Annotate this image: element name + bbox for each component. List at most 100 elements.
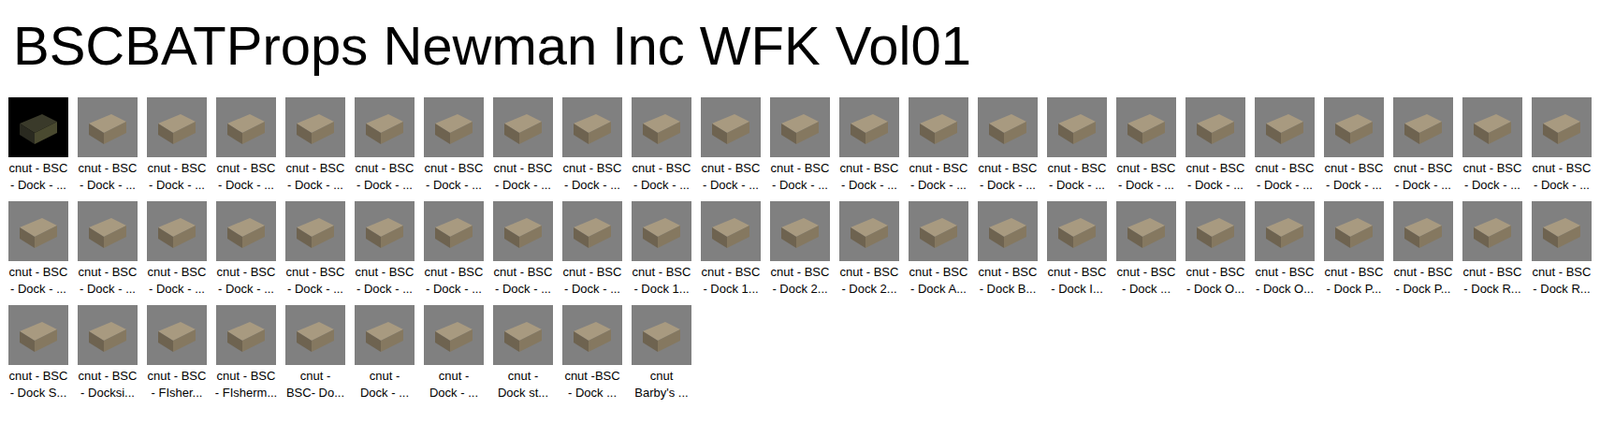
file-item[interactable]: cnut -Dock - ...	[349, 305, 420, 402]
thumbnail[interactable]	[1531, 201, 1592, 262]
thumbnail[interactable]	[285, 305, 346, 365]
file-name[interactable]: cnut -Dock - ...	[349, 367, 420, 402]
file-item[interactable]: cnut - BSC- Dock - ...	[1042, 97, 1112, 194]
file-item[interactable]: cnut - BSC- Dock - ...	[696, 97, 766, 194]
file-name[interactable]: cnut -BSC- Do...	[280, 367, 350, 402]
file-name[interactable]: cnut - BSC- Dock 1...	[626, 263, 697, 298]
file-name[interactable]: cnut -Dock - ...	[419, 367, 489, 402]
file-item[interactable]: cnut - BSC- Dock - ...	[1319, 97, 1389, 194]
file-name[interactable]: cnut - BSC- Dock - ...	[1250, 160, 1320, 194]
thumbnail[interactable]	[423, 201, 484, 262]
thumbnail[interactable]	[562, 201, 623, 262]
thumbnail[interactable]	[1254, 201, 1315, 262]
file-item[interactable]: cnut - BSC- Dock - ...	[72, 97, 143, 194]
file-name[interactable]: cnut - BSC- Dock O...	[1250, 263, 1320, 298]
file-name[interactable]: cnut - BSC- Dock - ...	[973, 160, 1043, 194]
file-name[interactable]: cnut - BSC- FIsherm...	[211, 367, 281, 402]
file-item[interactable]: cnut - BSC- Dock S...	[3, 305, 73, 402]
thumbnail[interactable]	[1393, 97, 1454, 158]
thumbnail[interactable]	[839, 201, 900, 262]
file-name[interactable]: cnut -BSC- Dock ...	[557, 367, 627, 402]
file-name[interactable]: cnut - BSC- Dock - ...	[626, 160, 697, 194]
file-item[interactable]: cnut - BSC- Dock - ...	[419, 201, 489, 298]
thumbnail[interactable]	[354, 305, 415, 365]
file-name[interactable]: cnut - BSC- Dock - ...	[1457, 160, 1528, 194]
thumbnail[interactable]	[1323, 201, 1384, 262]
thumbnail[interactable]	[700, 97, 761, 158]
file-name[interactable]: cnutBarby's ...	[626, 367, 697, 402]
thumbnail[interactable]	[77, 305, 138, 365]
file-name[interactable]: cnut - BSC- Dock - ...	[557, 263, 627, 298]
thumbnail[interactable]	[908, 97, 969, 158]
thumbnail[interactable]	[216, 201, 277, 262]
file-item[interactable]: cnut - BSC- Dock I...	[1042, 201, 1112, 298]
file-item[interactable]: cnut - BSC- Dock B...	[973, 201, 1043, 298]
file-item[interactable]: cnut - BSC- Dock - ...	[211, 97, 281, 194]
file-item[interactable]: cnut - BSC- Dock - ...	[1250, 97, 1320, 194]
file-name[interactable]: cnut - BSC- Dock I...	[1042, 263, 1112, 298]
file-item[interactable]: cnut - BSC- Dock A...	[903, 201, 974, 298]
file-item[interactable]: cnut - BSC- Dock - ...	[419, 97, 489, 194]
file-item[interactable]: cnut - BSC- Dock P...	[1319, 201, 1389, 298]
file-item[interactable]: cnut - BSC- Dock R...	[1457, 201, 1528, 298]
file-item[interactable]: cnut - BSC- Dock - ...	[142, 201, 212, 298]
file-item[interactable]: cnut - BSC- Dock O...	[1250, 201, 1320, 298]
file-name[interactable]: cnut - BSC- Dock R...	[1457, 263, 1528, 298]
thumbnail[interactable]	[770, 201, 830, 262]
thumbnail[interactable]	[1047, 97, 1107, 158]
file-name[interactable]: cnut -Dock st...	[488, 367, 558, 402]
thumbnail[interactable]	[354, 97, 415, 158]
file-item[interactable]: cnut - BSC- Docksi...	[72, 305, 143, 402]
thumbnail[interactable]	[8, 201, 69, 262]
file-item[interactable]: cnut -BSC- Do...	[280, 305, 350, 402]
file-item[interactable]: cnut - BSC- Dock - ...	[211, 201, 281, 298]
file-name[interactable]: cnut - BSC- Dock - ...	[3, 160, 73, 194]
file-item[interactable]: cnut - BSC- Dock - ...	[488, 97, 558, 194]
thumbnail[interactable]	[1116, 201, 1177, 262]
file-name[interactable]: cnut - BSC- Dock R...	[1527, 263, 1597, 298]
file-name[interactable]: cnut - BSC- Dock - ...	[488, 160, 558, 194]
file-name[interactable]: cnut - BSC- Dock 1...	[696, 263, 766, 298]
thumbnail[interactable]	[1116, 97, 1177, 158]
file-name[interactable]: cnut - BSC- Dock - ...	[72, 160, 143, 194]
file-name[interactable]: cnut - BSC- Dock - ...	[3, 263, 73, 298]
file-name[interactable]: cnut - BSC- Dock - ...	[280, 263, 350, 298]
thumbnail[interactable]	[8, 97, 69, 158]
file-item[interactable]: cnut - BSC- FIsherm...	[211, 305, 281, 402]
file-item[interactable]: cnut - BSC- Dock - ...	[557, 201, 627, 298]
thumbnail[interactable]	[1462, 97, 1523, 158]
file-name[interactable]: cnut - BSC- Dock - ...	[696, 160, 766, 194]
thumbnail[interactable]	[977, 97, 1038, 158]
thumbnail[interactable]	[1323, 97, 1384, 158]
file-name[interactable]: cnut - BSC- Dock - ...	[488, 263, 558, 298]
file-item[interactable]: cnut - BSC- Dock - ...	[973, 97, 1043, 194]
file-item[interactable]: cnut - BSC- Dock - ...	[1111, 97, 1181, 194]
file-item[interactable]: cnut - BSC- Dock - ...	[903, 97, 974, 194]
file-item[interactable]: cnut - BSC- Dock 2...	[765, 201, 835, 298]
thumbnail[interactable]	[493, 305, 553, 365]
file-name[interactable]: cnut - BSC- Dock - ...	[1388, 160, 1458, 194]
file-name[interactable]: cnut - BSC- Dock O...	[1180, 263, 1251, 298]
thumbnail[interactable]	[562, 305, 623, 365]
file-name[interactable]: cnut - BSC- Docksi...	[72, 367, 143, 402]
file-item[interactable]: cnut - BSC- Dock - ...	[142, 97, 212, 194]
file-item[interactable]: cnut - BSC- Dock R...	[1527, 201, 1597, 298]
thumbnail[interactable]	[1185, 97, 1246, 158]
thumbnail[interactable]	[216, 305, 277, 365]
thumbnail[interactable]	[1531, 97, 1592, 158]
file-item[interactable]: cnut - BSC- Dock - ...	[1388, 97, 1458, 194]
file-item[interactable]: cnut - BSC- Dock - ...	[557, 97, 627, 194]
file-item[interactable]: cnut - BSC- Dock - ...	[349, 97, 420, 194]
thumbnail[interactable]	[977, 201, 1038, 262]
file-item[interactable]: cnut - BSC- Dock - ...	[280, 201, 350, 298]
file-name[interactable]: cnut - BSC- Dock S...	[3, 367, 73, 402]
file-name[interactable]: cnut - BSC- Dock P...	[1388, 263, 1458, 298]
thumbnail[interactable]	[493, 201, 553, 262]
file-name[interactable]: cnut - BSC- Dock 2...	[765, 263, 835, 298]
thumbnail[interactable]	[839, 97, 900, 158]
file-name[interactable]: cnut - BSC- Dock A...	[903, 263, 974, 298]
file-name[interactable]: cnut - BSC- Dock - ...	[280, 160, 350, 194]
thumbnail[interactable]	[423, 305, 484, 365]
file-name[interactable]: cnut - BSC- Dock P...	[1319, 263, 1389, 298]
file-item[interactable]: cnut -BSC- Dock ...	[557, 305, 627, 402]
